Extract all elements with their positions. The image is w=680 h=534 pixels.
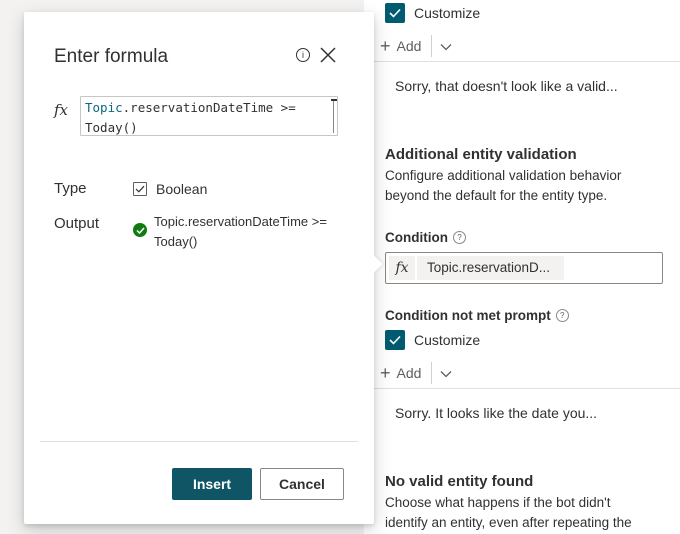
fx-icon: fx bbox=[389, 256, 415, 280]
checkbox-checked-icon bbox=[385, 3, 405, 23]
condition-label-text: Condition bbox=[385, 230, 448, 245]
customize-checkbox-top[interactable]: Customize bbox=[385, 3, 480, 23]
close-icon[interactable] bbox=[319, 46, 337, 64]
cancel-button[interactable]: Cancel bbox=[260, 468, 344, 500]
customize-label: Customize bbox=[414, 332, 481, 348]
boolean-type-icon bbox=[133, 182, 147, 196]
plus-icon: + bbox=[380, 36, 391, 56]
enter-formula-dialog: Enter formula i fx Topic.reservationDate… bbox=[24, 12, 383, 524]
topic-properties-panel: Customize + Add Sorry, that doesn't look… bbox=[364, 0, 680, 534]
formula-line-1: Topic.reservationDateTime >= bbox=[85, 98, 333, 118]
not-met-message-preview[interactable]: Sorry. It looks like the date you... bbox=[395, 405, 597, 421]
add-button-top[interactable]: + Add bbox=[380, 35, 452, 57]
plus-icon: + bbox=[380, 363, 391, 383]
output-value: Topic.reservationDateTime >= Today() bbox=[133, 212, 344, 252]
condition-value[interactable]: Topic.reservationD... bbox=[417, 256, 565, 280]
dialog-title: Enter formula bbox=[54, 46, 169, 67]
help-icon[interactable]: ? bbox=[452, 231, 466, 244]
not-met-prompt-label-text: Condition not met prompt bbox=[385, 308, 551, 323]
type-value: Boolean bbox=[133, 181, 207, 197]
checkbox-checked-icon bbox=[385, 330, 405, 350]
dialog-divider bbox=[40, 441, 358, 442]
type-label: Type bbox=[54, 180, 87, 197]
editor-scrollbar[interactable] bbox=[331, 99, 337, 133]
info-icon[interactable]: i bbox=[296, 48, 310, 62]
formula-text: .reservationDateTime >= bbox=[122, 100, 296, 115]
add-label: Add bbox=[396, 38, 422, 54]
help-icon[interactable]: ? bbox=[555, 309, 569, 322]
output-label: Output bbox=[54, 215, 100, 232]
section-description-validation: Configure additional validation behavior… bbox=[385, 168, 622, 203]
add-label: Add bbox=[396, 365, 422, 381]
chevron-down-icon[interactable] bbox=[440, 38, 452, 54]
section-title-no-entity: No valid entity found bbox=[385, 473, 534, 490]
condition-formula-field[interactable]: fx Topic.reservationD... bbox=[385, 252, 663, 284]
add-button-bottom[interactable]: + Add bbox=[380, 362, 452, 384]
section-description-no-entity: Choose what happens if the bot didn't id… bbox=[385, 495, 632, 530]
validation-message-preview[interactable]: Sorry, that doesn't look like a valid... bbox=[395, 78, 618, 94]
not-met-prompt-label: Condition not met prompt ? bbox=[385, 308, 569, 323]
fx-icon: fx bbox=[54, 101, 69, 119]
formula-line-2: Today() bbox=[85, 120, 138, 135]
customize-label: Customize bbox=[414, 5, 481, 21]
divider bbox=[374, 388, 680, 389]
type-value-text: Boolean bbox=[156, 181, 208, 197]
formula-editor[interactable]: Topic.reservationDateTime >= Today() bbox=[80, 96, 338, 136]
add-separator bbox=[431, 362, 433, 384]
add-separator bbox=[431, 35, 433, 57]
formula-keyword: Topic bbox=[85, 100, 123, 115]
customize-checkbox-bottom[interactable]: Customize bbox=[385, 330, 480, 350]
section-title-validation: Additional entity validation bbox=[385, 146, 577, 163]
chevron-down-icon[interactable] bbox=[440, 365, 452, 381]
divider bbox=[374, 61, 680, 62]
insert-button[interactable]: Insert bbox=[172, 468, 252, 500]
success-check-icon bbox=[133, 223, 147, 237]
condition-label: Condition ? bbox=[385, 230, 466, 245]
output-value-text: Topic.reservationDateTime >= Today() bbox=[154, 214, 327, 249]
